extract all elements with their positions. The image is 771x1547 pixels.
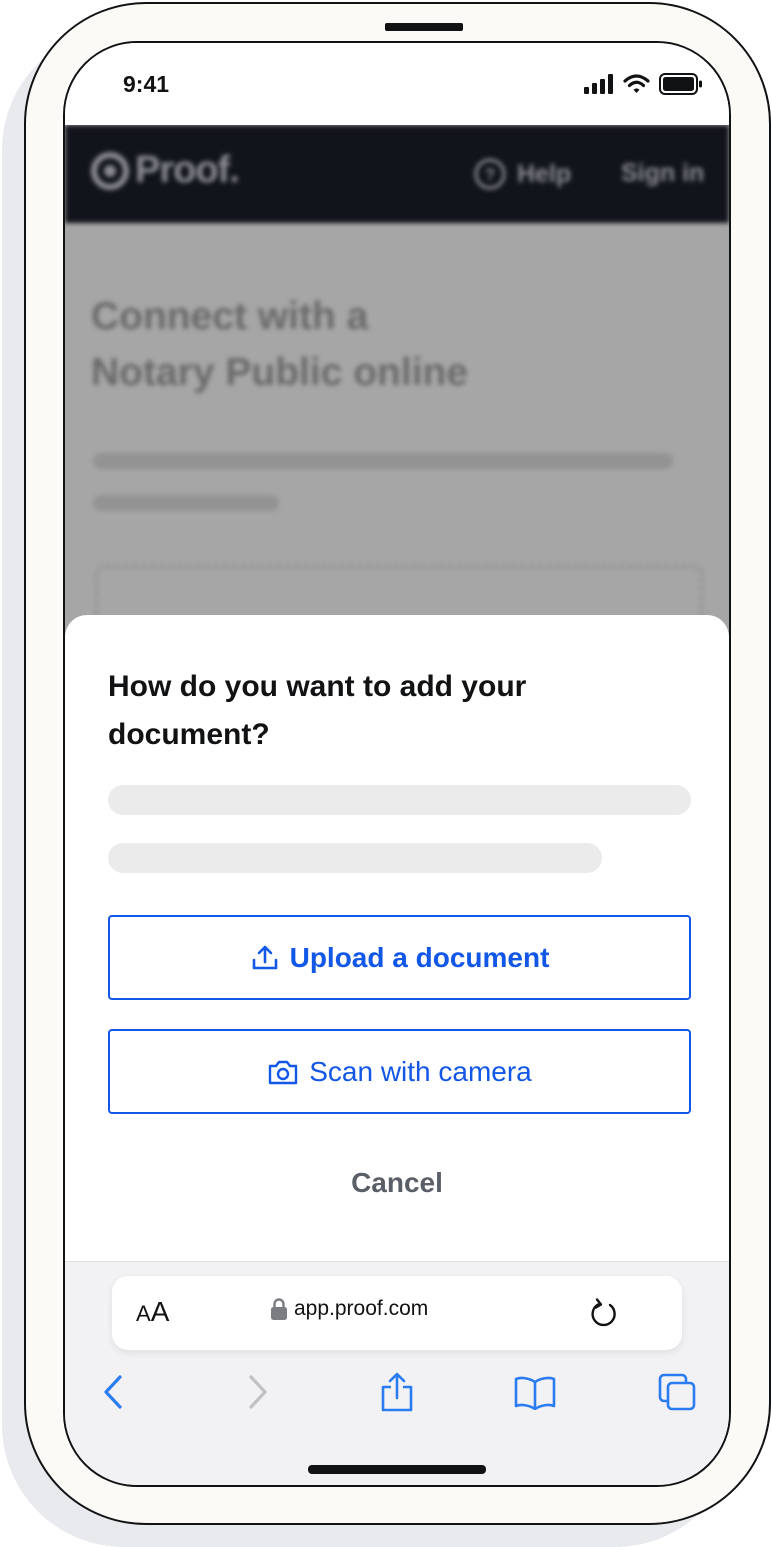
sheet-title: How do you want to add your document? <box>108 670 527 751</box>
svg-text:?: ? <box>485 165 495 184</box>
share-icon[interactable] <box>375 1370 419 1414</box>
website-background: Proof. ? Help Sign in Connect with a Not… <box>65 125 729 645</box>
forward-icon[interactable] <box>236 1370 280 1414</box>
bookmarks-icon[interactable] <box>513 1370 557 1414</box>
help-link: ? Help <box>473 157 571 191</box>
text-size-button[interactable]: AA <box>136 1296 169 1328</box>
hero-title-line1: Connect with a <box>91 295 369 338</box>
upload-icon <box>252 945 277 969</box>
upload-document-button[interactable]: Upload a document <box>108 915 691 1000</box>
cancel-button[interactable]: Cancel <box>65 1167 729 1199</box>
help-icon: ? <box>474 158 506 190</box>
browser-toolbar: AA app.proof.com <box>65 1261 729 1485</box>
browser-nav-toolbar <box>65 1370 729 1420</box>
tabs-icon[interactable] <box>655 1370 699 1414</box>
status-icons <box>584 73 703 100</box>
hero-skeleton-line <box>93 495 279 511</box>
phone-screen: 9:41 Proof. ? Help Sign in Connect with … <box>63 41 731 1487</box>
battery-icon <box>659 73 703 100</box>
url-display[interactable]: app.proof.com <box>270 1297 428 1321</box>
signal-icon <box>584 74 614 99</box>
sign-in-link: Sign in <box>621 159 705 187</box>
text-size-big-a: A <box>150 1296 170 1327</box>
home-indicator <box>308 1465 486 1474</box>
skeleton-line <box>108 843 602 873</box>
wifi-icon <box>623 74 650 99</box>
proof-logo-icon <box>91 151 129 190</box>
upload-document-label: Upload a document <box>289 941 550 973</box>
back-icon[interactable] <box>91 1370 135 1414</box>
site-header: Proof. ? Help Sign in <box>65 125 729 223</box>
skeleton-line <box>108 785 691 815</box>
speaker-grille <box>385 23 463 31</box>
url-text: app.proof.com <box>294 1297 429 1320</box>
reload-icon[interactable] <box>588 1296 620 1335</box>
add-document-sheet: How do you want to add your document? Up… <box>65 615 729 1261</box>
lock-icon <box>271 1298 287 1320</box>
hero-title: Connect with a Notary Public online <box>91 289 651 401</box>
scan-camera-label: Scan with camera <box>309 1055 532 1087</box>
hero-title-line2: Notary Public online <box>91 351 469 394</box>
scan-camera-button[interactable]: Scan with camera <box>108 1029 691 1114</box>
proof-logo: Proof. <box>89 149 240 192</box>
status-bar: 9:41 <box>65 43 729 125</box>
camera-icon <box>269 1060 298 1084</box>
help-label: Help <box>517 159 572 188</box>
logo-text: Proof. <box>135 149 240 191</box>
status-time: 9:41 <box>123 71 170 97</box>
address-bar[interactable]: AA app.proof.com <box>112 1276 682 1350</box>
text-size-small-a: A <box>136 1301 151 1326</box>
hero-skeleton-line <box>93 453 673 469</box>
